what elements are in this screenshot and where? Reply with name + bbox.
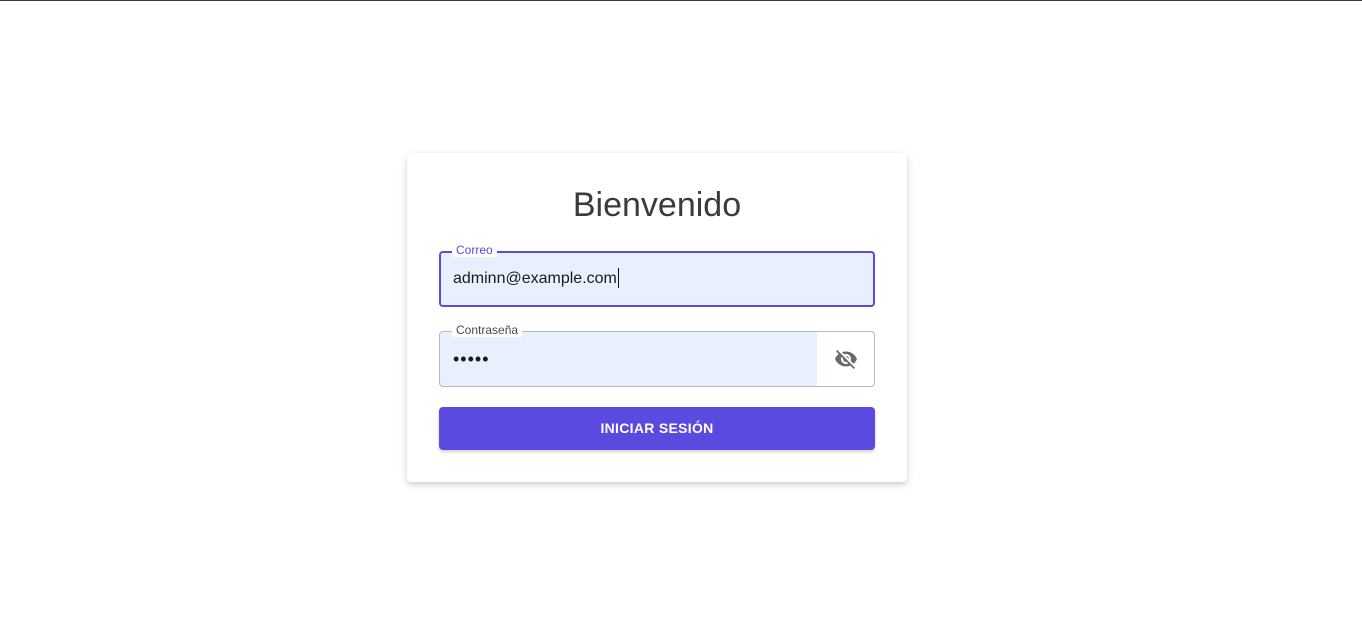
login-card: Bienvenido Correo adminn@example.com Con… xyxy=(407,153,907,482)
toggle-password-visibility-button[interactable] xyxy=(817,332,874,386)
password-input[interactable]: ••••• xyxy=(453,332,490,384)
eye-off-icon xyxy=(834,350,857,369)
text-caret xyxy=(617,267,619,288)
email-field[interactable]: Correo adminn@example.com xyxy=(439,243,875,307)
email-value: adminn@example.com xyxy=(453,270,617,287)
email-input[interactable]: adminn@example.com xyxy=(453,253,619,305)
window-top-border xyxy=(0,0,1362,1)
password-field[interactable]: Contraseña ••••• xyxy=(439,323,875,387)
login-button[interactable]: INICIAR SESIÓN xyxy=(439,407,875,450)
page-title: Bienvenido xyxy=(572,186,742,224)
